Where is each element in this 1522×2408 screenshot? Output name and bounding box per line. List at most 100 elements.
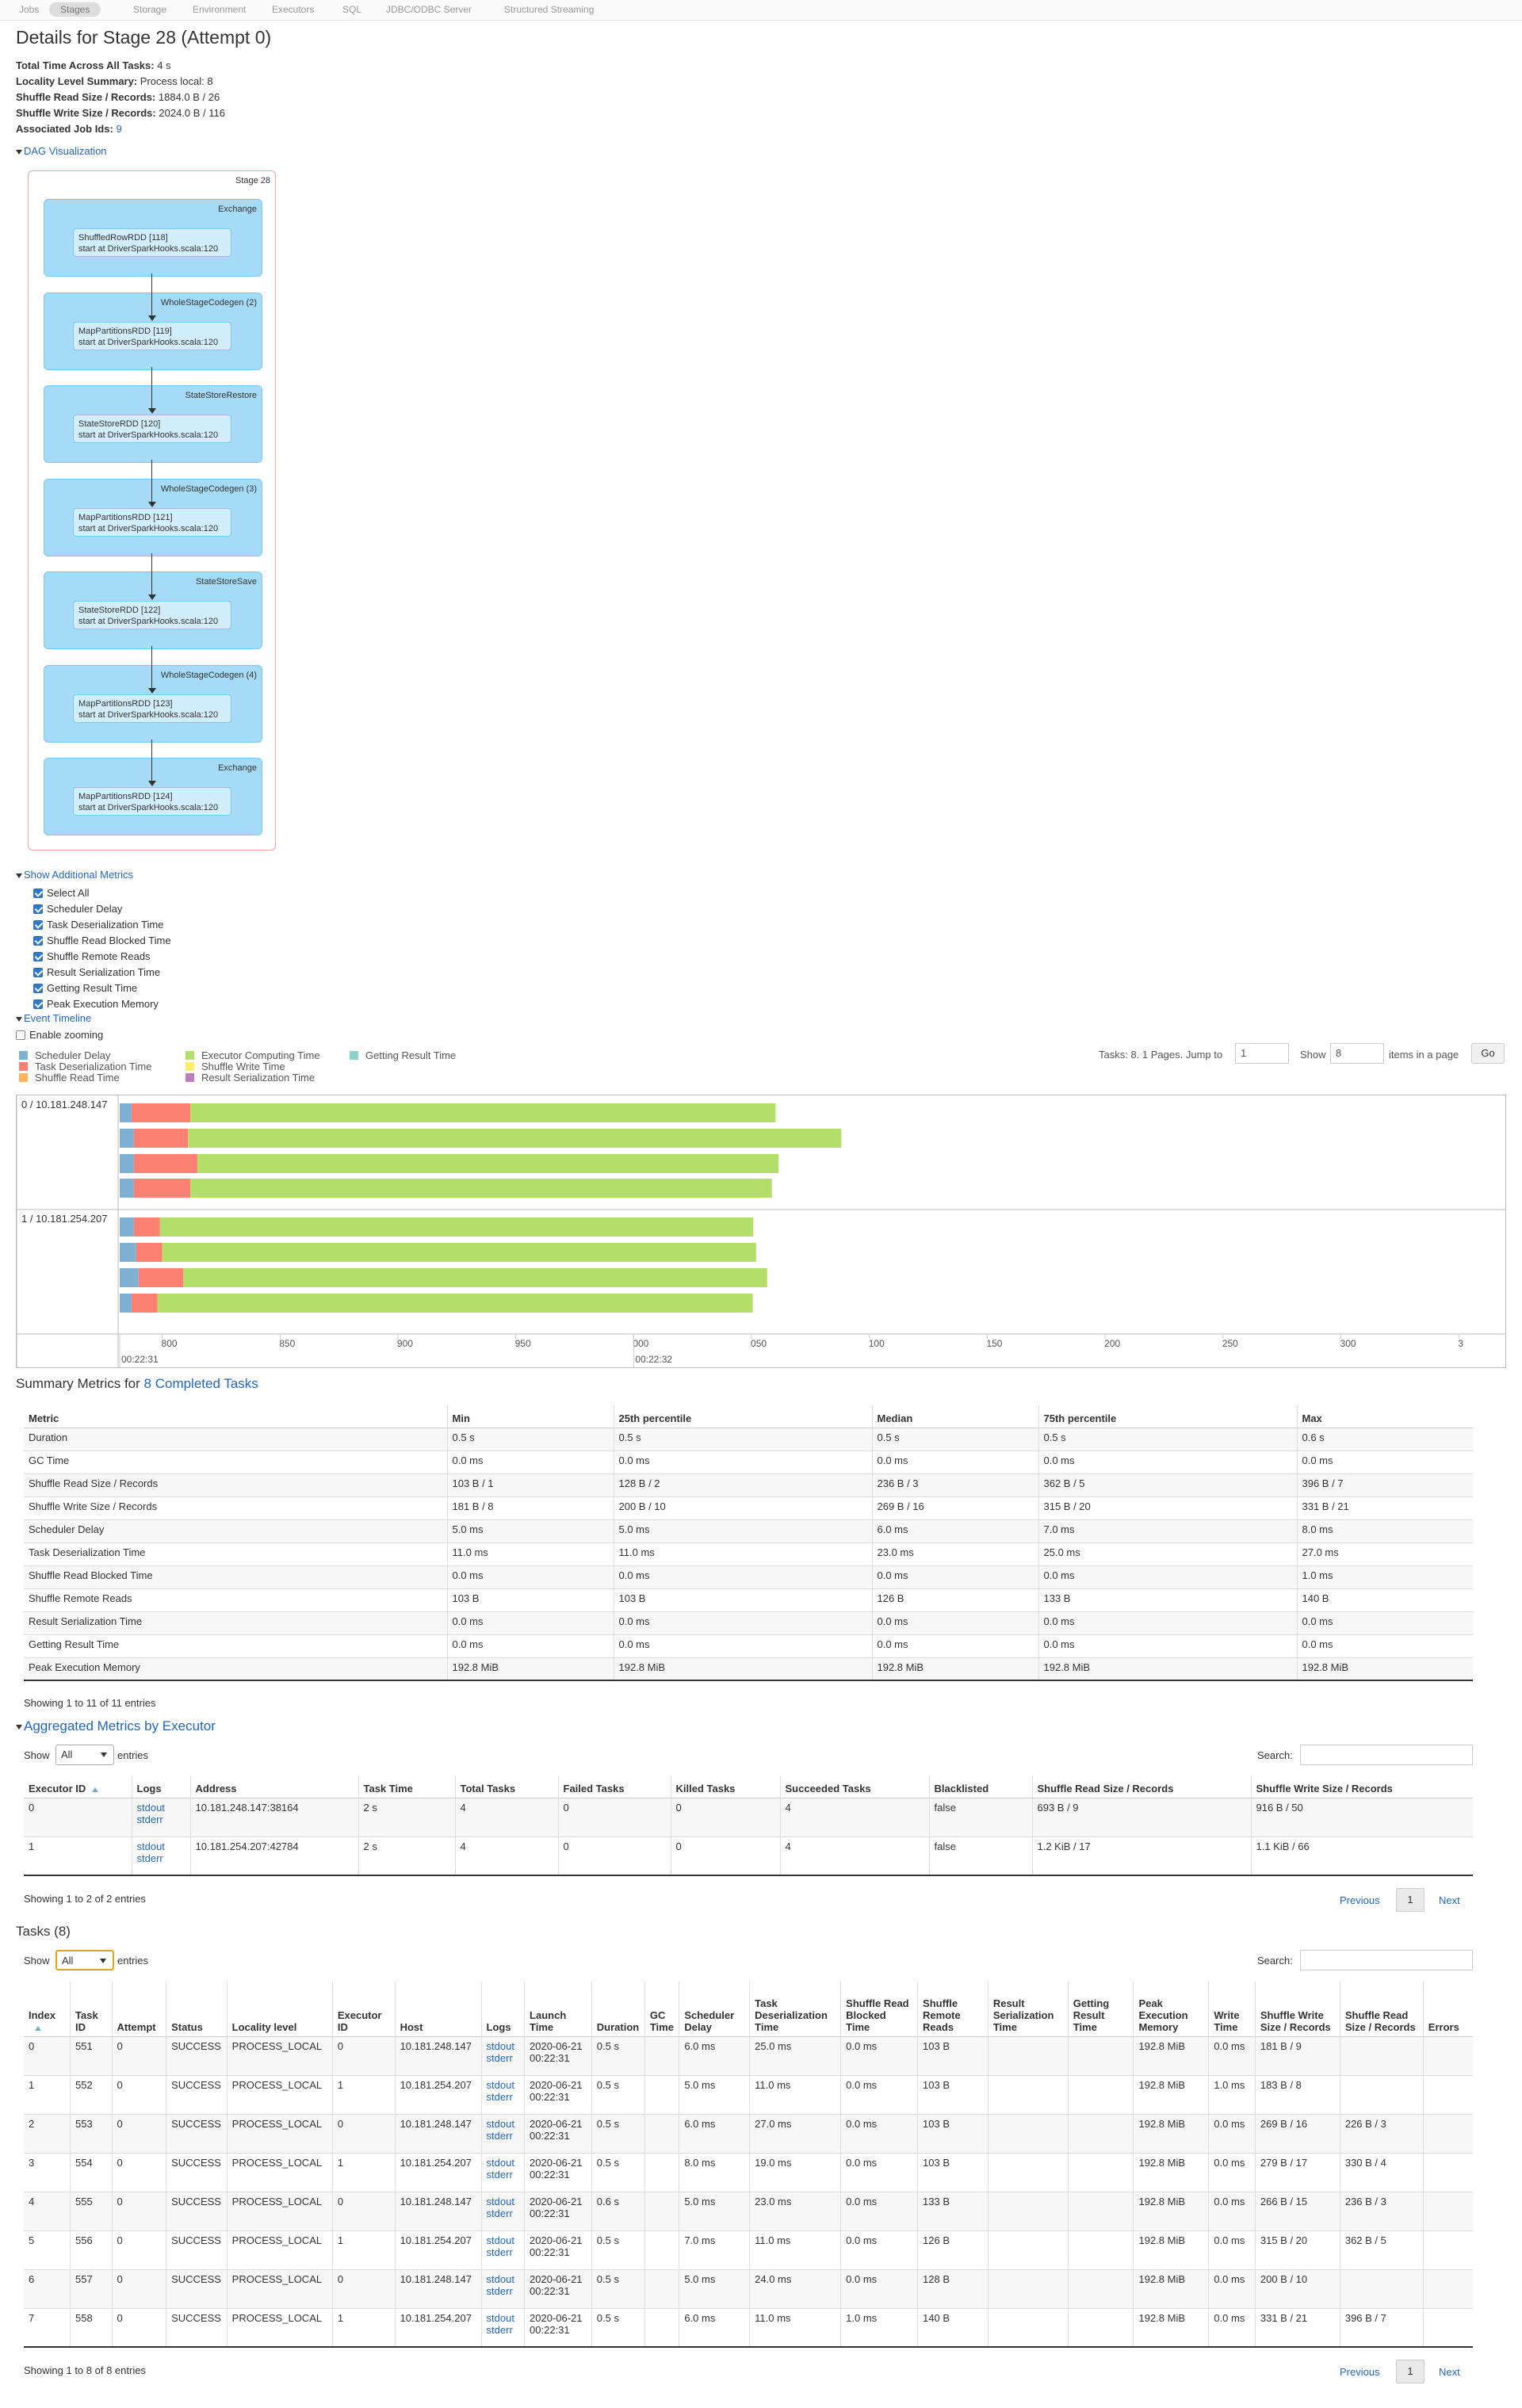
log-link-stderr[interactable]: stderr xyxy=(487,2324,519,2336)
dag-cluster-wholestagecodegen-3[interactable]: WholeStageCodegen (3) MapPartitionsRDD [1… xyxy=(44,478,262,556)
executors-next-button[interactable]: Next xyxy=(1439,1894,1460,1906)
aggregated-metrics-toggle[interactable]: Aggregated Metrics by Executor xyxy=(16,1718,216,1734)
metric-option-task-deserialization-time[interactable]: Task Deserialization Time xyxy=(33,917,171,933)
column-header-host[interactable]: Host xyxy=(395,1982,482,2036)
log-link-stderr[interactable]: stderr xyxy=(487,2285,519,2297)
dag-cluster-statestorerestore[interactable]: StateStoreRestore StateStoreRDD [120] star… xyxy=(44,385,262,463)
dag-visualization-toggle[interactable]: DAG Visualization xyxy=(16,145,107,157)
metric-option-select-all[interactable]: Select All xyxy=(33,885,171,901)
log-link-stdout[interactable]: stdout xyxy=(487,2273,519,2285)
column-header-result-serialization-time[interactable]: Result Serialization Time xyxy=(988,1982,1069,2036)
nav-tab-structured-streaming[interactable]: Structured Streaming xyxy=(504,4,594,15)
column-header-index[interactable]: Index xyxy=(24,1982,71,2036)
nav-tab-storage[interactable]: Storage xyxy=(133,4,166,15)
column-header-shuffle-read-blocked-time[interactable]: Shuffle Read Blocked Time xyxy=(840,1982,919,2036)
column-header-executor-id[interactable]: Executor ID xyxy=(24,1775,132,1798)
dag-rdd-node[interactable]: MapPartitionsRDD [121] start at DriverSpa… xyxy=(73,507,231,537)
metric-checkbox[interactable] xyxy=(33,889,43,898)
column-header-shuffle-read-size-records[interactable]: Shuffle Read Size / Records xyxy=(1032,1775,1252,1798)
column-header-shuffle-write-size-records[interactable]: Shuffle Write Size / Records xyxy=(1255,1982,1340,2036)
dag-rdd-node[interactable]: StateStoreRDD [120] start at DriverSparkH… xyxy=(73,415,231,443)
log-link-stdout[interactable]: stdout xyxy=(137,1802,185,1814)
metric-option-peak-execution-memory[interactable]: Peak Execution Memory xyxy=(33,996,171,1012)
event-timeline-toggle[interactable]: Event Timeline xyxy=(16,1012,91,1024)
metric-option-shuffle-remote-reads[interactable]: Shuffle Remote Reads xyxy=(33,949,171,965)
dag-cluster-exchange[interactable]: Exchange MapPartitionsRDD [124] start at D… xyxy=(44,758,262,835)
column-header-status[interactable]: Status xyxy=(166,1982,228,2036)
enable-zooming-checkbox[interactable] xyxy=(16,1030,25,1040)
dag-rdd-node[interactable]: MapPartitionsRDD [123] start at DriverSpa… xyxy=(73,694,231,723)
column-header-75th-percentile[interactable]: 75th percentile xyxy=(1038,1405,1298,1428)
column-header-address[interactable]: Address xyxy=(190,1775,359,1798)
job-id-link[interactable]: 9 xyxy=(116,123,121,135)
dag-rdd-node[interactable]: MapPartitionsRDD [124] start at DriverSpa… xyxy=(73,787,231,816)
log-link-stderr[interactable]: stderr xyxy=(487,2091,519,2103)
metric-option-shuffle-read-blocked-time[interactable]: Shuffle Read Blocked Time xyxy=(33,933,171,949)
nav-tab-environment[interactable]: Environment xyxy=(193,4,246,15)
metric-checkbox[interactable] xyxy=(33,920,43,930)
column-header-task-time[interactable]: Task Time xyxy=(358,1775,456,1798)
metric-option-scheduler-delay[interactable]: Scheduler Delay xyxy=(33,901,171,917)
column-header-blacklisted[interactable]: Blacklisted xyxy=(929,1775,1033,1798)
dag-cluster-wholestagecodegen-4[interactable]: WholeStageCodegen (4) MapPartitionsRDD [1… xyxy=(44,664,262,743)
dag-cluster-exchange[interactable]: Exchange ShuffledRowRDD [118] start at Dri… xyxy=(44,199,262,277)
log-link-stdout[interactable]: stdout xyxy=(487,2157,519,2169)
nav-tab-jobs[interactable]: Jobs xyxy=(19,4,39,15)
column-header-min[interactable]: Min xyxy=(447,1405,614,1428)
timeline-task-bar[interactable] xyxy=(120,1243,756,1262)
nav-tab-sql[interactable]: SQL xyxy=(342,4,361,15)
column-header-gc-time[interactable]: GC Time xyxy=(644,1982,680,2036)
log-link-stderr[interactable]: stderr xyxy=(137,1852,185,1864)
nav-tab-executors[interactable]: Executors xyxy=(272,4,314,15)
log-link-stdout[interactable]: stdout xyxy=(487,2312,519,2324)
metric-checkbox[interactable] xyxy=(33,1000,43,1009)
timeline-task-bar[interactable] xyxy=(120,1294,753,1313)
log-link-stderr[interactable]: stderr xyxy=(487,2246,519,2258)
metric-checkbox[interactable] xyxy=(33,984,43,993)
metric-checkbox[interactable] xyxy=(33,968,43,977)
log-link-stderr[interactable]: stderr xyxy=(487,2207,519,2219)
timeline-task-bar[interactable] xyxy=(120,1103,776,1122)
column-header-shuffle-remote-reads[interactable]: Shuffle Remote Reads xyxy=(917,1982,989,2036)
log-link-stderr[interactable]: stderr xyxy=(487,2052,519,2064)
column-header-errors[interactable]: Errors xyxy=(1423,1982,1473,2036)
column-header-logs[interactable]: Logs xyxy=(481,1982,526,2036)
timeline-task-bar[interactable] xyxy=(120,1179,772,1198)
dag-cluster-statestoresave[interactable]: StateStoreSave StateStoreRDD [122] start a… xyxy=(44,571,262,649)
timeline-task-bar[interactable] xyxy=(120,1129,842,1148)
timeline-page-size-input[interactable]: 8 xyxy=(1330,1043,1384,1064)
executors-search-input[interactable] xyxy=(1300,1745,1473,1765)
timeline-jump-to-input[interactable]: 1 xyxy=(1235,1043,1289,1064)
column-header-metric[interactable]: Metric xyxy=(24,1405,448,1428)
log-link-stdout[interactable]: stdout xyxy=(487,2234,519,2246)
column-header-scheduler-delay[interactable]: Scheduler Delay xyxy=(679,1982,751,2036)
column-header-median[interactable]: Median xyxy=(872,1405,1039,1428)
log-link-stdout[interactable]: stdout xyxy=(487,2079,519,2091)
tasks-page-1-button[interactable]: 1 xyxy=(1396,2360,1424,2383)
dag-rdd-node[interactable]: StateStoreRDD [122] start at DriverSparkH… xyxy=(73,601,231,629)
completed-tasks-link[interactable]: 8 Completed Tasks xyxy=(144,1376,258,1391)
column-header-25th-percentile[interactable]: 25th percentile xyxy=(614,1405,873,1428)
dag-rdd-node[interactable]: ShuffledRowRDD [118] start at DriverSpark… xyxy=(73,228,231,257)
metric-option-getting-result-time[interactable]: Getting Result Time xyxy=(33,980,171,996)
dag-cluster-wholestagecodegen-2[interactable]: WholeStageCodegen (2) MapPartitionsRDD [1… xyxy=(44,292,262,370)
tasks-next-button[interactable]: Next xyxy=(1439,2366,1460,2378)
timeline-task-bar[interactable] xyxy=(120,1154,779,1173)
column-header-getting-result-time[interactable]: Getting Result Time xyxy=(1068,1982,1134,2036)
column-header-killed-tasks[interactable]: Killed Tasks xyxy=(671,1775,781,1798)
tasks-search-input[interactable] xyxy=(1300,1950,1473,1970)
metric-checkbox[interactable] xyxy=(33,952,43,961)
column-header-launch-time[interactable]: Launch Time xyxy=(524,1982,592,2036)
executors-page-1-button[interactable]: 1 xyxy=(1396,1888,1424,1912)
nav-tab-stages[interactable]: Stages xyxy=(49,2,101,17)
column-header-peak-execution-memory[interactable]: Peak Execution Memory xyxy=(1133,1982,1210,2036)
metric-checkbox[interactable] xyxy=(33,936,43,946)
executors-page-size-select[interactable]: All xyxy=(55,1745,114,1765)
metric-checkbox[interactable] xyxy=(33,904,43,914)
log-link-stderr[interactable]: stderr xyxy=(487,2130,519,2142)
column-header-total-tasks[interactable]: Total Tasks xyxy=(455,1775,559,1798)
log-link-stdout[interactable]: stdout xyxy=(137,1840,185,1852)
executors-previous-button[interactable]: Previous xyxy=(1340,1894,1380,1906)
column-header-max[interactable]: Max xyxy=(1297,1405,1473,1428)
timeline-task-bar[interactable] xyxy=(120,1217,754,1236)
